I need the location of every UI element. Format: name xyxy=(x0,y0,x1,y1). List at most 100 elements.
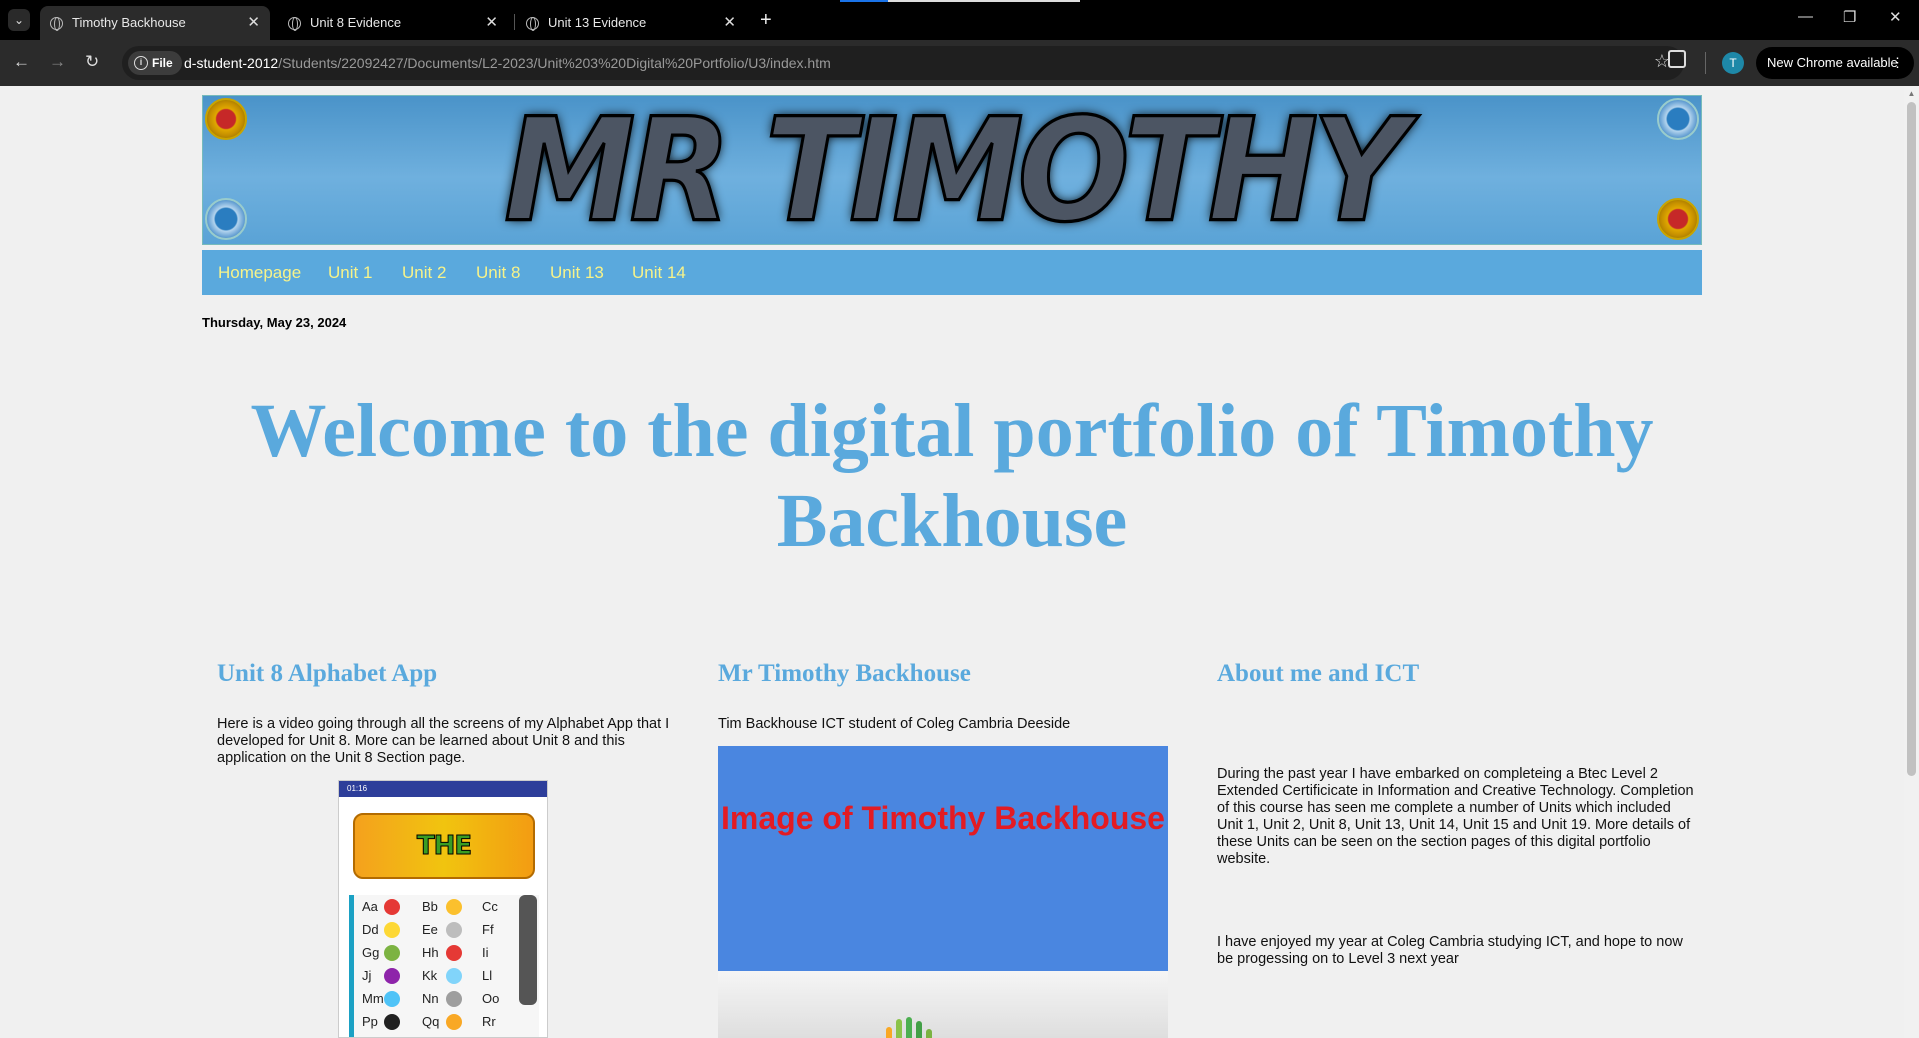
letter-tile: Cc xyxy=(482,899,498,914)
nav-unit-2[interactable]: Unit 2 xyxy=(402,250,446,295)
chip-label: File xyxy=(152,56,173,70)
profile-heading: Mr Timothy Backhouse xyxy=(718,660,971,687)
url-path: /Students/22092427/Documents/L2-2023/Uni… xyxy=(278,55,831,71)
update-button[interactable]: New Chrome available ⋮ xyxy=(1756,47,1914,79)
current-date: Thursday, May 23, 2024 xyxy=(202,315,347,330)
letter-tile: Rr xyxy=(482,1014,496,1029)
moon-icon xyxy=(384,991,400,1007)
tab-unit-13-evidence[interactable]: Unit 13 Evidence ✕ xyxy=(516,6,746,40)
penguin-icon xyxy=(384,1014,400,1030)
reload-icon[interactable]: ↻ xyxy=(85,52,99,72)
alphabet-app-logo: THE ALPHABET APP xyxy=(353,813,535,986)
info-icon: i xyxy=(134,56,148,70)
unit8-description: Here is a video going through all the sc… xyxy=(217,716,670,766)
forward-icon[interactable]: → xyxy=(49,52,66,72)
close-tab-icon[interactable]: ✕ xyxy=(485,6,498,40)
chester-crest-icon xyxy=(205,198,247,240)
letter-tile: Ll xyxy=(482,968,493,983)
letter-tile: Nn xyxy=(422,991,439,1006)
duck-icon xyxy=(384,922,400,938)
close-tab-icon[interactable]: ✕ xyxy=(247,6,260,40)
hand-logo-icon xyxy=(886,1017,932,1038)
bee-icon xyxy=(446,899,462,915)
letter-tile: Aa xyxy=(362,899,378,914)
college-logo-image xyxy=(718,971,1168,1038)
close-tab-icon[interactable]: ✕ xyxy=(723,6,736,40)
scroll-up-icon[interactable]: ▲ xyxy=(1907,89,1916,98)
url-text[interactable]: d-student-2012/Students/22092427/Documen… xyxy=(184,46,831,80)
letter-tile: Ff xyxy=(482,922,494,937)
address-bar[interactable]: i File d-student-2012/Students/22092427/… xyxy=(122,46,1684,80)
tab-title: Timothy Backhouse xyxy=(72,15,186,30)
tab-unit-8-evidence[interactable]: Unit 8 Evidence ✕ xyxy=(278,6,508,40)
tab-timothy-backhouse[interactable]: Timothy Backhouse ✕ xyxy=(40,6,270,40)
browser-toolbar: ← → ↻ i File d-student-2012/Students/220… xyxy=(0,40,1919,86)
college-crest-icon xyxy=(205,98,247,140)
extensions-icon[interactable] xyxy=(1668,50,1686,68)
letter-tile: Jj xyxy=(362,968,372,983)
profile-avatar[interactable]: T xyxy=(1722,52,1744,74)
nav-unit-14[interactable]: Unit 14 xyxy=(632,250,686,295)
menu-icon[interactable]: ⋮ xyxy=(1891,47,1904,79)
guitar-icon xyxy=(384,945,400,961)
letter-tile: Pp xyxy=(362,1014,378,1029)
about-paragraph-1: During the past year I have embarked on … xyxy=(1217,766,1694,867)
letter-tile: Hh xyxy=(422,945,439,960)
nest-icon xyxy=(446,991,462,1007)
header-banner: MR TIMOTHY BACKHOUSE xyxy=(202,95,1702,245)
elephant-icon xyxy=(446,922,462,938)
chester-crest-icon xyxy=(1657,98,1699,140)
page-title: Welcome to the digital portfolio of Timo… xyxy=(250,389,1654,563)
page-scrollbar[interactable]: ▲ xyxy=(1904,86,1919,1038)
site-nav: Homepage Unit 1 Unit 2 Unit 8 Unit 13 Un… xyxy=(202,250,1702,295)
page-viewport: MR TIMOTHY BACKHOUSE Homepage Unit 1 Uni… xyxy=(0,86,1919,1038)
site-info-chip[interactable]: i File xyxy=(128,51,182,75)
tab-strip: ⌄ Timothy Backhouse ✕ Unit 8 Evidence ✕ … xyxy=(0,0,1919,40)
nav-unit-1[interactable]: Unit 1 xyxy=(328,250,372,295)
jam-icon xyxy=(384,968,400,984)
about-heading: About me and ICT xyxy=(1217,660,1420,687)
load-progress-fill xyxy=(840,0,888,2)
minimize-icon[interactable]: — xyxy=(1798,8,1813,25)
alphabet-app-video[interactable]: 01:16 THE ALPHABET APP Aa Bb Cc Dd Ee Ff… xyxy=(338,780,548,1038)
tab-title: Unit 13 Evidence xyxy=(548,15,647,30)
back-icon[interactable]: ← xyxy=(13,52,30,72)
letter-tile: Ii xyxy=(482,945,489,960)
profile-image-placeholder: Image of Timothy Backhouse xyxy=(718,746,1168,971)
tab-title: Unit 8 Evidence xyxy=(310,15,402,30)
toolbar-divider xyxy=(1705,52,1706,74)
url-host: d-student-2012 xyxy=(184,55,279,71)
letter-tile: Ee xyxy=(422,922,438,937)
globe-icon xyxy=(288,17,301,31)
letter-tile: Mm xyxy=(362,991,384,1006)
nav-unit-8[interactable]: Unit 8 xyxy=(476,250,520,295)
kite-icon xyxy=(446,968,462,984)
globe-icon xyxy=(526,17,539,31)
tab-search-icon[interactable]: ⌄ xyxy=(8,9,30,31)
scrollbar-thumb[interactable] xyxy=(1907,102,1916,776)
tab-divider xyxy=(514,14,515,30)
letter-tile: Kk xyxy=(422,968,438,983)
new-tab-icon[interactable]: + xyxy=(760,6,772,34)
profile-image-label: Image of Timothy Backhouse xyxy=(721,800,1165,836)
letter-tile: Oo xyxy=(482,991,500,1006)
banner-title: MR TIMOTHY BACKHOUSE xyxy=(503,95,1410,245)
update-label: New Chrome available xyxy=(1767,55,1898,70)
phone-status-bar: 01:16 xyxy=(339,781,547,797)
letter-tile: Qq xyxy=(422,1014,440,1029)
profile-description: Tim Backhouse ICT student of Coleg Cambr… xyxy=(718,716,1071,732)
letter-tile: Gg xyxy=(362,945,380,960)
heart-icon xyxy=(446,945,462,961)
nav-unit-13[interactable]: Unit 13 xyxy=(550,250,604,295)
alphabet-grid: Aa Bb Cc Dd Ee Ff Gg Hh Ii Jj Kk Ll Mm N… xyxy=(349,895,539,1037)
restore-icon[interactable]: ❐ xyxy=(1843,8,1856,26)
unit8-heading: Unit 8 Alphabet App xyxy=(217,660,438,687)
queen-icon xyxy=(446,1014,462,1030)
close-icon[interactable]: ✕ xyxy=(1889,8,1902,26)
globe-icon xyxy=(50,17,63,31)
about-paragraph-2: I have enjoyed my year at Coleg Cambria … xyxy=(1217,934,1683,967)
apple-icon xyxy=(384,899,400,915)
letter-tile: Dd xyxy=(362,922,379,937)
nav-homepage[interactable]: Homepage xyxy=(218,250,301,295)
video-scroll-overlay[interactable] xyxy=(519,895,537,1005)
